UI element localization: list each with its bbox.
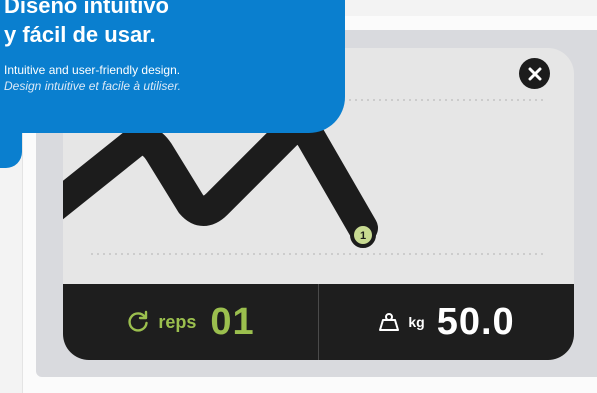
close-button[interactable] — [519, 58, 550, 89]
promo-subtitle-en: Intuitive and user-friendly design. — [4, 63, 181, 77]
close-icon — [528, 67, 541, 80]
weight-stat: kg 50.0 — [318, 284, 574, 360]
reps-value: 01 — [210, 300, 255, 343]
promo-title-line2: y fácil de usar. — [4, 22, 156, 47]
reps-stat: reps 01 — [63, 284, 318, 360]
motion-path-line — [63, 113, 378, 243]
rep-marker-number: 1 — [360, 230, 366, 242]
repeat-icon — [128, 310, 149, 332]
weight-unit: kg — [408, 314, 425, 330]
promo-bubble: Diseño intuitivo y fácil de usar. Intuit… — [0, 0, 345, 133]
promo-title-line1: Diseño intuitivo — [4, 0, 169, 18]
rep-marker: 1 — [350, 222, 376, 248]
weight-value: 50.0 — [436, 300, 515, 343]
reps-label: reps — [158, 311, 197, 332]
promo-subtitle-fr: Design intuitive et facile à utiliser. — [4, 79, 181, 93]
stats-bar: reps 01 kg 50.0 — [63, 284, 574, 360]
weight-icon — [379, 313, 400, 331]
